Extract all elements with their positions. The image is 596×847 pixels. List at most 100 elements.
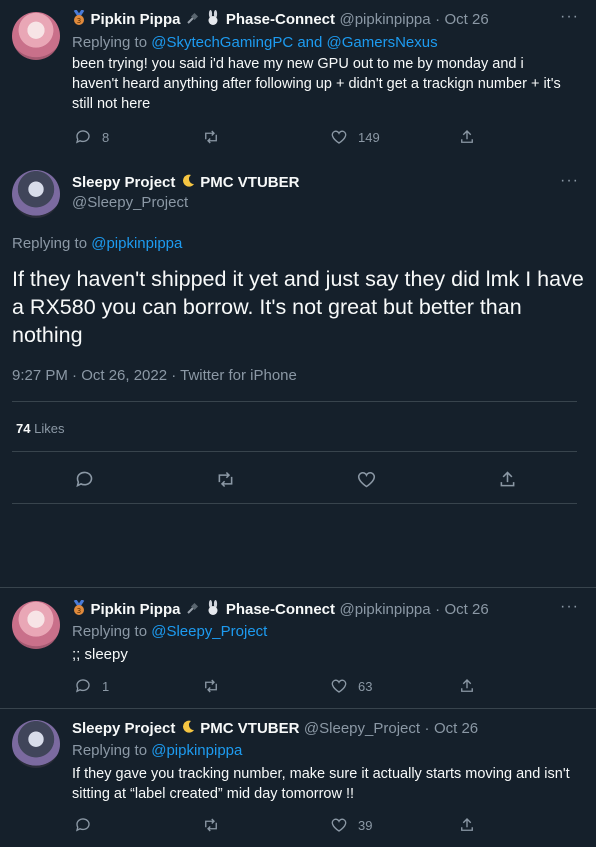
like-count: 149 (358, 129, 380, 145)
share-button[interactable] (497, 469, 557, 490)
tweet-text: If they gave you tracking number, make s… (72, 766, 570, 802)
tweet-date[interactable]: Oct 26 (445, 11, 489, 28)
tweet-text: been trying! you said i'd have my new GP… (72, 56, 561, 112)
replying-prefix: Replying to (72, 742, 152, 759)
reply-button[interactable] (74, 469, 215, 490)
divider (12, 503, 577, 504)
action-bar: 1 63 (74, 677, 586, 695)
reply-icon (76, 471, 93, 488)
replying-line: Replying to @Sleepy_Project (72, 623, 267, 640)
affiliation: Phase-Connect (225, 11, 336, 28)
tweet-date[interactable]: Oct 26 (434, 720, 478, 737)
replying-to-link[interactable]: @Sleepy_Project (151, 623, 267, 640)
author-handle[interactable]: @Sleepy_Project (72, 194, 188, 211)
section-divider (0, 708, 596, 709)
divider (12, 401, 577, 402)
reply-count: 1 (102, 678, 110, 694)
plug-icon (185, 10, 201, 31)
heart-icon (331, 818, 347, 832)
retweet-button[interactable] (215, 469, 356, 490)
heart-icon (357, 471, 376, 488)
affiliation: PMC VTUBER (200, 720, 300, 737)
likes-stat[interactable]: 74 Likes (16, 421, 64, 436)
share-button[interactable] (458, 816, 586, 834)
section-divider (0, 587, 596, 588)
likes-label: Likes (34, 421, 65, 436)
tweet-timestamp[interactable]: 9:27 PM · Oct 26, 2022 · Twitter for iPh… (12, 367, 297, 384)
medal-icon: 3 (72, 599, 86, 616)
share-icon (461, 818, 473, 831)
retweet-icon (205, 130, 217, 144)
replying-prefix: Replying to (12, 235, 92, 252)
divider (12, 451, 577, 452)
like-count: 39 (358, 817, 373, 833)
moon-icon (180, 719, 196, 740)
author-handle[interactable]: @pipkinpippa (339, 601, 430, 618)
share-button[interactable] (458, 677, 586, 695)
share-button[interactable] (458, 128, 586, 146)
avatar[interactable] (12, 170, 60, 218)
retweet-icon (218, 471, 233, 488)
reply-icon (75, 130, 90, 144)
author-name[interactable]: Pipkin Pippa (90, 11, 180, 28)
tweet-date[interactable]: Oct 26 (445, 601, 489, 618)
share-icon (461, 679, 473, 692)
likes-count: 74 (16, 421, 31, 436)
rabbit-icon (205, 10, 221, 31)
separator: · (435, 11, 441, 28)
replying-prefix: Replying to (72, 34, 152, 51)
more-options-icon[interactable]: ··· (560, 8, 579, 26)
author-handle[interactable]: @Sleepy_Project (304, 720, 420, 737)
like-button[interactable]: 39 (330, 816, 458, 834)
plug-icon (185, 600, 201, 621)
reply-button[interactable]: 1 (74, 677, 202, 695)
avatar[interactable] (12, 12, 60, 60)
tweet-text: ;; sleepy (72, 646, 128, 663)
reply-button[interactable] (74, 816, 202, 834)
author-name[interactable]: Sleepy Project (72, 720, 175, 737)
medal-icon: 3 (72, 9, 86, 26)
retweet-button[interactable] (202, 677, 330, 695)
separator: · (424, 720, 430, 737)
more-options-icon[interactable]: ··· (560, 172, 579, 190)
replying-prefix: Replying to (72, 623, 152, 640)
replying-line: Replying to @SkytechGamingPC and @Gamers… (72, 34, 438, 51)
retweet-button[interactable] (202, 816, 330, 834)
like-button[interactable] (356, 469, 497, 490)
heart-icon (331, 679, 347, 693)
action-bar (74, 469, 557, 490)
moon-icon (180, 173, 196, 194)
retweet-icon (205, 679, 217, 693)
share-icon (500, 471, 515, 487)
retweet-button[interactable] (202, 128, 330, 146)
reply-count: 8 (102, 129, 110, 145)
avatar[interactable] (12, 601, 60, 649)
separator: · (435, 601, 441, 618)
author-handle[interactable]: @pipkinpippa (339, 11, 430, 28)
reply-button[interactable]: 8 (74, 128, 202, 146)
affiliation: Phase-Connect (225, 601, 336, 618)
tweet-text: If they haven't shipped it yet and just … (12, 267, 584, 347)
like-button[interactable]: 63 (330, 677, 458, 695)
share-icon (461, 130, 473, 143)
replying-line: Replying to @pipkinpippa (12, 235, 182, 252)
replying-to-link[interactable]: @pipkinpippa (91, 235, 182, 252)
author-name[interactable]: Pipkin Pippa (90, 601, 180, 618)
author-name[interactable]: Sleepy Project (72, 174, 175, 191)
rabbit-icon (205, 600, 221, 621)
avatar[interactable] (12, 720, 60, 768)
retweet-icon (205, 818, 217, 832)
affiliation: PMC VTUBER (200, 174, 300, 191)
reply-icon (75, 818, 90, 832)
action-bar: 8 149 (74, 128, 586, 146)
svg-text:3: 3 (77, 17, 81, 25)
heart-icon (331, 130, 347, 144)
more-options-icon[interactable]: ··· (560, 598, 579, 616)
like-button[interactable]: 149 (330, 128, 458, 146)
reply-icon (75, 679, 90, 693)
replying-to-link[interactable]: @pipkinpippa (151, 742, 242, 759)
svg-text:3: 3 (77, 607, 81, 615)
action-bar: 39 (74, 816, 586, 834)
replying-line: Replying to @pipkinpippa (72, 742, 242, 759)
replying-to-link[interactable]: @SkytechGamingPC and @GamersNexus (151, 34, 437, 51)
